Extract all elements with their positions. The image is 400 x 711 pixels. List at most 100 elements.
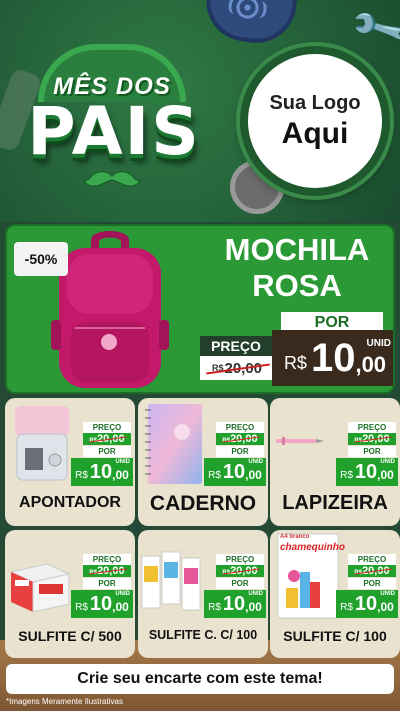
unit-label: UNID (115, 459, 130, 465)
price-tag-old: PREÇO R$20,00 POR (216, 554, 264, 589)
price-integer: 10 (89, 460, 113, 483)
paper-brand-text: chamequinho (280, 542, 346, 553)
logo-text-line-1: Sua Logo (269, 91, 361, 114)
por-label: POR (348, 578, 396, 589)
por-label: POR (216, 578, 264, 589)
product-name: APONTADOR (19, 494, 121, 511)
product-card-apontador[interactable]: PREÇO R$20,00 POR R$ 10,00 UNID APONTADOR (5, 398, 135, 526)
price-cents: ,00 (377, 468, 394, 482)
unit-label: UNID (248, 591, 263, 597)
logo-text-line-2: Aqui (281, 116, 349, 150)
old-price-value: 20,00 (362, 433, 390, 445)
product-card-sulfite-colorido-100[interactable]: PREÇO R$20,00 POR R$ 10,00 UNID SULFITE C… (138, 530, 268, 658)
product-name: SULFITE C. C/ 100 (148, 628, 258, 642)
sale-price: R$ 10,00 UNID (204, 590, 266, 618)
featured-product-name: MOCHILA ROSA (224, 232, 370, 303)
old-price-currency: R$ (89, 438, 98, 444)
unit-label: UNID (248, 459, 263, 465)
sale-price: R$ 10,00 UNID (336, 590, 398, 618)
title-line-2: PAIS (27, 92, 201, 170)
unit-label: UNID (115, 591, 130, 597)
cta-button[interactable]: Crie seu encarte com este tema! (6, 664, 394, 694)
preco-label: PREÇO (83, 554, 131, 565)
mechanical-pencil-image (276, 437, 324, 445)
disclaimer-text: *Imagens Meramente Ilustrativas (6, 697, 123, 706)
product-card-caderno[interactable]: PREÇO R$20,00 POR R$ 10,00 UNID CADERNO (138, 398, 268, 526)
price-cents: ,00 (245, 468, 262, 482)
price-integer: 10 (222, 460, 246, 483)
old-price-currency: R$ (222, 570, 231, 576)
price-currency: R$ (75, 469, 88, 481)
product-card-sulfite-500[interactable]: PREÇO R$20,00 POR R$ 10,00 UNID SULFITE C… (5, 530, 135, 658)
preco-label: PREÇO (83, 422, 131, 433)
product-card-sulfite-100[interactable]: A4 branco chamequinho PREÇO R$20,00 POR … (270, 530, 400, 658)
product-name: SULFITE C/ 100 (283, 628, 387, 644)
sale-price: R$ 10,00 UNID (71, 590, 133, 618)
old-price-currency: R$ (89, 570, 98, 576)
preco-label: PREÇO (348, 554, 396, 565)
price-cents: ,00 (355, 352, 387, 377)
price-tag-old: PREÇO R$20,00 POR (216, 422, 264, 457)
backpack-image (51, 231, 169, 388)
tie-decoration (201, 0, 299, 48)
old-price-value: 20,00 (97, 565, 125, 577)
unit-label: UNID (366, 338, 391, 349)
colored-paper-packs-image (141, 551, 201, 611)
price-integer: 10 (310, 335, 356, 380)
featured-product-card[interactable]: -50% MOCHILA ROSA POR PREÇO R$ 20,00 R$ 10… (5, 224, 395, 394)
product-name: SULFITE C/ 500 (18, 628, 122, 644)
sale-price: R$ 10,00 UNID (336, 458, 398, 486)
old-price-currency: R$ (354, 570, 363, 576)
old-price-value: 20,00 (230, 565, 258, 577)
old-price-value: 20,00 (97, 433, 125, 445)
wrench-icon: 🔧 (347, 0, 400, 61)
price-currency: R$ (340, 601, 353, 613)
preco-label: PREÇO (216, 422, 264, 433)
preco-label: PREÇO (200, 336, 272, 356)
header-banner: 🔧 MÊS DOS PAIS Sua Logo Aqui (0, 0, 400, 222)
price-currency: R$ (208, 469, 221, 481)
sharpener-image (15, 406, 69, 481)
unit-label: UNID (380, 459, 395, 465)
old-price-currency: R$ (354, 438, 363, 444)
preco-label: PREÇO (216, 554, 264, 565)
old-price-value: 20,00 (362, 565, 390, 577)
price-integer: 10 (222, 592, 246, 615)
notebook-image (145, 404, 202, 484)
price-cents: ,00 (245, 600, 262, 614)
price-integer: 10 (354, 592, 378, 615)
price-tag-old: PREÇO R$20,00 POR (83, 422, 131, 457)
paper-ream-box-image (9, 563, 71, 613)
old-price: R$20,00 (348, 433, 396, 445)
product-name: LAPIZEIRA (282, 492, 388, 514)
por-label: POR (216, 446, 264, 457)
product-name: CADERNO (149, 492, 257, 515)
price-tag-old: PREÇO R$20,00 POR (348, 422, 396, 457)
old-price: R$20,00 (83, 433, 131, 445)
old-price-currency: R$ (222, 438, 231, 444)
por-label: POR (83, 578, 131, 589)
price-cents: ,00 (112, 600, 129, 614)
old-price: R$20,00 (83, 565, 131, 577)
product-card-lapizeira[interactable]: PREÇO R$20,00 POR R$ 10,00 UNID LAPIZEIRA (270, 398, 400, 526)
paper-pack-subtitle: A4 branco (280, 534, 310, 540)
price-cents: ,00 (377, 600, 394, 614)
price-cents: ,00 (112, 468, 129, 482)
old-price-currency: R$ (211, 363, 224, 373)
old-price: R$20,00 (216, 433, 264, 445)
por-label: POR (348, 446, 396, 457)
price-currency: R$ (208, 601, 221, 613)
sale-price: R$ 10,00 UNID (71, 458, 133, 486)
price-integer: 10 (354, 460, 378, 483)
price-tag-old: PREÇO R$20,00 POR (83, 554, 131, 589)
mustache-icon (84, 171, 140, 187)
por-label: POR (83, 446, 131, 457)
price-currency: R$ (283, 352, 307, 373)
old-price-value: 20,00 (230, 433, 258, 445)
old-price: R$20,00 (202, 358, 272, 378)
old-price: R$20,00 (348, 565, 396, 577)
preco-label: PREÇO (348, 422, 396, 433)
store-logo-placeholder[interactable]: Sua Logo Aqui (240, 46, 390, 196)
sale-price: R$ 10,00 UNID (204, 458, 266, 486)
discount-badge: -50% (14, 242, 68, 276)
